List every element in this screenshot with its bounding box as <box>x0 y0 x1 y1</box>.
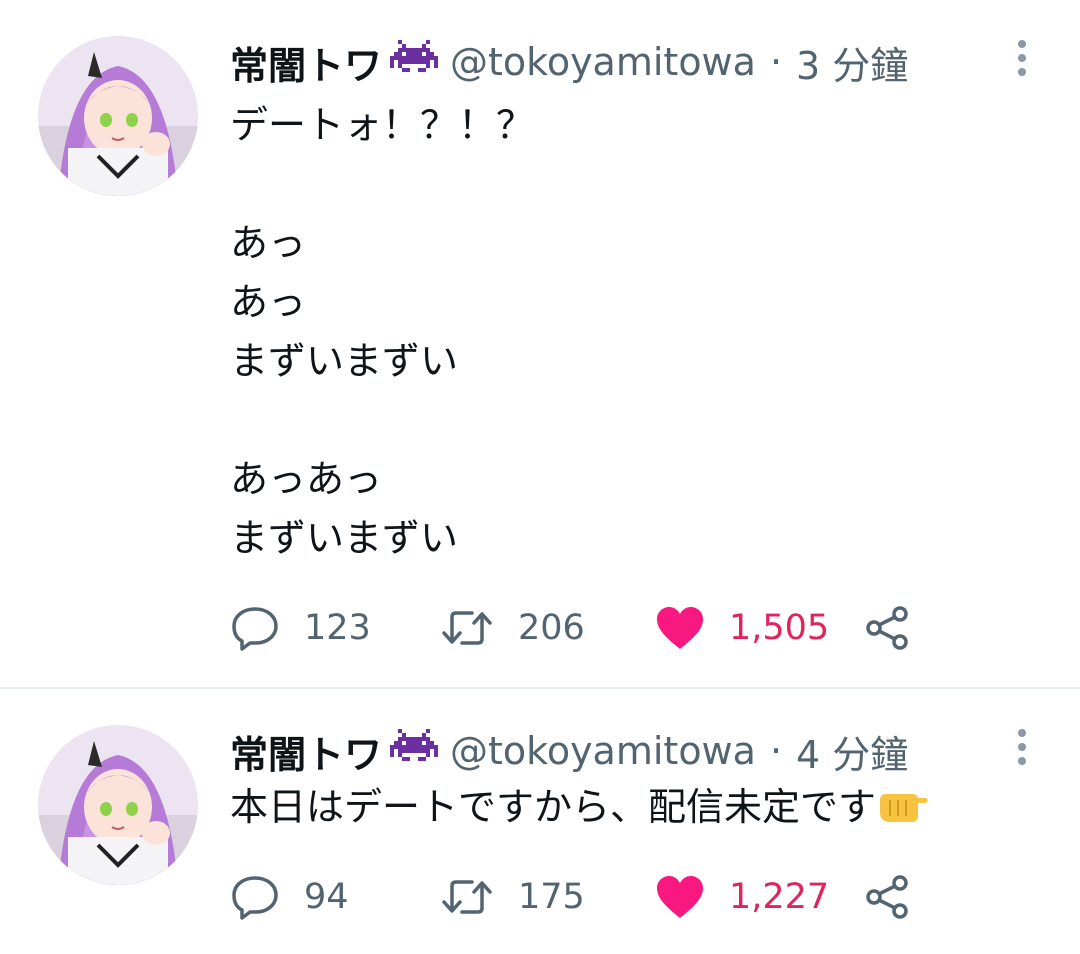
reply-icon <box>232 876 278 920</box>
tweet-text: 本日はデートですから、配信未定です <box>230 779 930 838</box>
separator-dot: · <box>769 729 783 773</box>
like-count: 1,505 <box>729 608 830 648</box>
reply-button[interactable]: 123 <box>230 600 371 656</box>
tweet[interactable]: 常闇トワ @tokoyamitowa · 3 分鐘 デートォ！？！？ あっ あっ… <box>0 0 1080 688</box>
tweet-text-line: あっ <box>230 221 307 265</box>
timestamp[interactable]: 4 分鐘 <box>796 724 908 779</box>
retweet-icon <box>442 611 492 645</box>
like-count: 1,227 <box>729 877 830 917</box>
reply-count: 94 <box>304 877 349 917</box>
heart-filled-icon <box>657 607 703 649</box>
separator-dot: · <box>769 40 783 84</box>
tweet-header: 常闇トワ @tokoyamitowa · 3 分鐘 <box>230 34 908 90</box>
tweet-text-line <box>230 155 534 214</box>
user-handle[interactable]: @tokoyamitowa <box>450 729 756 773</box>
retweet-icon <box>442 880 492 914</box>
tweet-text-line: まずいまずい <box>230 516 459 560</box>
avatar[interactable] <box>38 725 198 885</box>
like-button[interactable]: 1,505 <box>655 600 829 656</box>
more-options-icon[interactable] <box>1012 727 1032 767</box>
heart-filled-icon <box>657 876 703 918</box>
tweet-text-line: あっあっ <box>230 457 383 501</box>
display-name[interactable]: 常闇トワ <box>230 724 382 779</box>
tweet-text-content: 本日はデートですから、配信未定です <box>230 785 877 829</box>
retweet-count: 175 <box>518 877 585 917</box>
retweet-count: 206 <box>518 608 585 648</box>
tweet-text: デートォ！？！？ あっ あっ まずいまずい あっあっ まずいまずい <box>230 96 534 568</box>
tweet-text-line <box>230 391 534 450</box>
tweet[interactable]: 常闇トワ @tokoyamitowa · 4 分鐘 本日はデートですから、配信未… <box>0 689 1080 954</box>
tweet-text-line: デートォ！？！？ <box>230 103 535 147</box>
share-icon <box>866 875 908 919</box>
space-invader-icon <box>390 40 439 84</box>
user-handle[interactable]: @tokoyamitowa <box>450 40 756 84</box>
avatar[interactable] <box>38 36 198 196</box>
retweet-button[interactable]: 206 <box>440 600 585 656</box>
reply-button[interactable]: 94 <box>230 869 349 925</box>
reply-icon <box>232 607 278 651</box>
reply-count: 123 <box>304 608 371 648</box>
tweet-text-line: あっ <box>230 280 307 324</box>
display-name[interactable]: 常闇トワ <box>230 35 382 90</box>
tweet-header: 常闇トワ @tokoyamitowa · 4 分鐘 <box>230 723 908 779</box>
fist-pointing-right-emoji <box>876 785 930 825</box>
retweet-button[interactable]: 175 <box>440 869 585 925</box>
space-invader-icon <box>390 729 439 773</box>
more-options-icon[interactable] <box>1012 38 1032 78</box>
timestamp[interactable]: 3 分鐘 <box>796 35 908 90</box>
like-button[interactable]: 1,227 <box>655 869 829 925</box>
tweet-text-line: まずいまずい <box>230 339 459 383</box>
share-icon <box>866 606 908 650</box>
tweet-text-line: 本日はデートですから、配信未定です <box>230 779 930 838</box>
share-button[interactable] <box>865 600 911 656</box>
share-button[interactable] <box>865 869 911 925</box>
